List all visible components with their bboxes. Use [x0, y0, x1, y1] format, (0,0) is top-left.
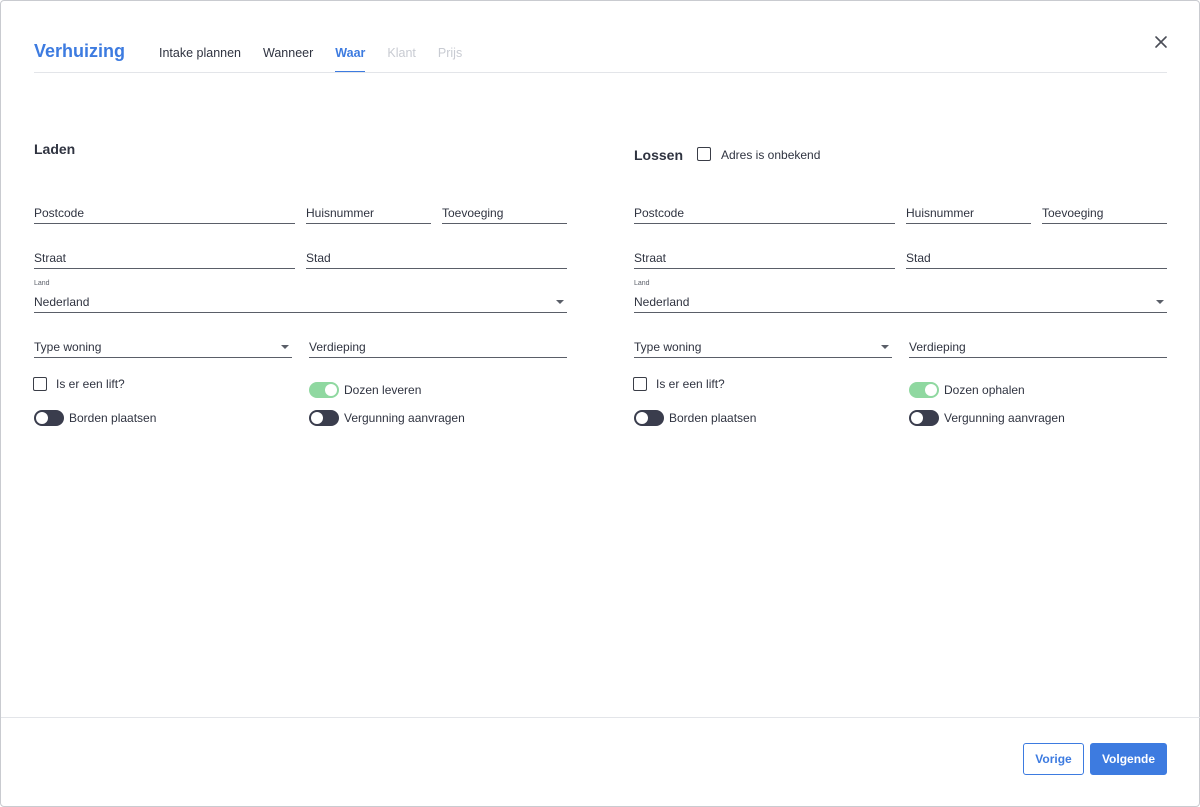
lossen-dozen-toggle[interactable] [909, 382, 939, 398]
lossen-vergunning-label: Vergunning aanvragen [944, 411, 1065, 425]
laden-land-select[interactable]: Land Nederland [34, 280, 567, 313]
lossen-stad-input[interactable]: Stad [906, 249, 1167, 269]
lossen-lift-checkbox[interactable] [633, 377, 647, 391]
lossen-postcode-placeholder: Postcode [634, 206, 685, 220]
laden-verdieping-placeholder: Verdieping [309, 340, 366, 354]
footer-divider [1, 717, 1200, 718]
lossen-toevoeging-input[interactable]: Toevoeging [1042, 204, 1167, 224]
chevron-down-icon [556, 300, 564, 304]
tab-waar[interactable]: Waar [335, 46, 366, 73]
lossen-land-label: Land [634, 280, 650, 287]
chevron-down-icon [1156, 300, 1164, 304]
toggle-knob [911, 412, 923, 424]
toggle-knob [925, 384, 937, 396]
laden-lift-checkbox[interactable] [33, 377, 47, 391]
modal-dialog: Verhuizing Intake plannen Wanneer Waar K… [0, 0, 1200, 807]
laden-vergunning-toggle[interactable] [309, 410, 339, 426]
laden-type-woning-placeholder: Type woning [34, 340, 102, 354]
adres-onbekend-checkbox[interactable] [697, 147, 711, 161]
laden-straat-placeholder: Straat [34, 251, 67, 265]
laden-postcode-placeholder: Postcode [34, 206, 85, 220]
lossen-vergunning-toggle[interactable] [909, 410, 939, 426]
lossen-lift-label: Is er een lift? [656, 377, 725, 391]
step-tabs: Intake plannen Wanneer Waar Klant Prijs [159, 46, 484, 73]
chevron-down-icon [281, 345, 289, 349]
laden-toevoeging-input[interactable]: Toevoeging [442, 204, 567, 224]
laden-verdieping-input[interactable]: Verdieping [309, 338, 567, 358]
laden-dozen-label: Dozen leveren [344, 383, 422, 397]
laden-land-label: Land [34, 280, 50, 287]
laden-lift-label: Is er een lift? [56, 377, 125, 391]
laden-land-value: Nederland [34, 295, 90, 309]
chevron-down-icon [881, 345, 889, 349]
lossen-straat-placeholder: Straat [634, 251, 667, 265]
lossen-toevoeging-placeholder: Toevoeging [1042, 206, 1104, 220]
tab-intake-plannen[interactable]: Intake plannen [159, 46, 241, 72]
lossen-borden-toggle[interactable] [634, 410, 664, 426]
laden-dozen-toggle[interactable] [309, 382, 339, 398]
toggle-knob [636, 412, 648, 424]
close-icon[interactable] [1151, 32, 1171, 52]
laden-straat-input[interactable]: Straat [34, 249, 295, 269]
laden-toevoeging-placeholder: Toevoeging [442, 206, 504, 220]
toggle-knob [36, 412, 48, 424]
lossen-title: Lossen [634, 147, 684, 163]
laden-borden-label: Borden plaatsen [69, 411, 157, 425]
toggle-knob [311, 412, 323, 424]
laden-title: Laden [34, 141, 76, 157]
laden-huisnummer-input[interactable]: Huisnummer [306, 204, 431, 224]
laden-type-woning-select[interactable]: Type woning [34, 338, 292, 358]
lossen-type-woning-select[interactable]: Type woning [634, 338, 892, 358]
lossen-type-woning-placeholder: Type woning [634, 340, 702, 354]
adres-onbekend-label: Adres is onbekend [721, 148, 821, 162]
lossen-land-select[interactable]: Land Nederland [634, 280, 1167, 313]
laden-vergunning-label: Vergunning aanvragen [344, 411, 465, 425]
laden-postcode-input[interactable]: Postcode [34, 204, 295, 224]
next-button[interactable]: Volgende [1090, 743, 1167, 775]
lossen-straat-input[interactable]: Straat [634, 249, 895, 269]
lossen-dozen-label: Dozen ophalen [944, 383, 1025, 397]
lossen-stad-placeholder: Stad [906, 251, 931, 265]
tab-klant: Klant [387, 46, 416, 60]
lossen-postcode-input[interactable]: Postcode [634, 204, 895, 224]
lossen-land-value: Nederland [634, 295, 690, 309]
laden-stad-input[interactable]: Stad [306, 249, 567, 269]
lossen-huisnummer-placeholder: Huisnummer [906, 206, 975, 220]
lossen-borden-label: Borden plaatsen [669, 411, 757, 425]
dialog-title: Verhuizing [34, 41, 126, 61]
header-divider [34, 72, 1167, 73]
laden-borden-toggle[interactable] [34, 410, 64, 426]
toggle-knob [325, 384, 337, 396]
tab-wanneer[interactable]: Wanneer [263, 46, 313, 72]
lossen-verdieping-placeholder: Verdieping [909, 340, 966, 354]
previous-button[interactable]: Vorige [1023, 743, 1084, 775]
lossen-verdieping-input[interactable]: Verdieping [909, 338, 1167, 358]
laden-stad-placeholder: Stad [306, 251, 331, 265]
laden-huisnummer-placeholder: Huisnummer [306, 206, 375, 220]
lossen-huisnummer-input[interactable]: Huisnummer [906, 204, 1031, 224]
tab-prijs: Prijs [437, 46, 463, 60]
